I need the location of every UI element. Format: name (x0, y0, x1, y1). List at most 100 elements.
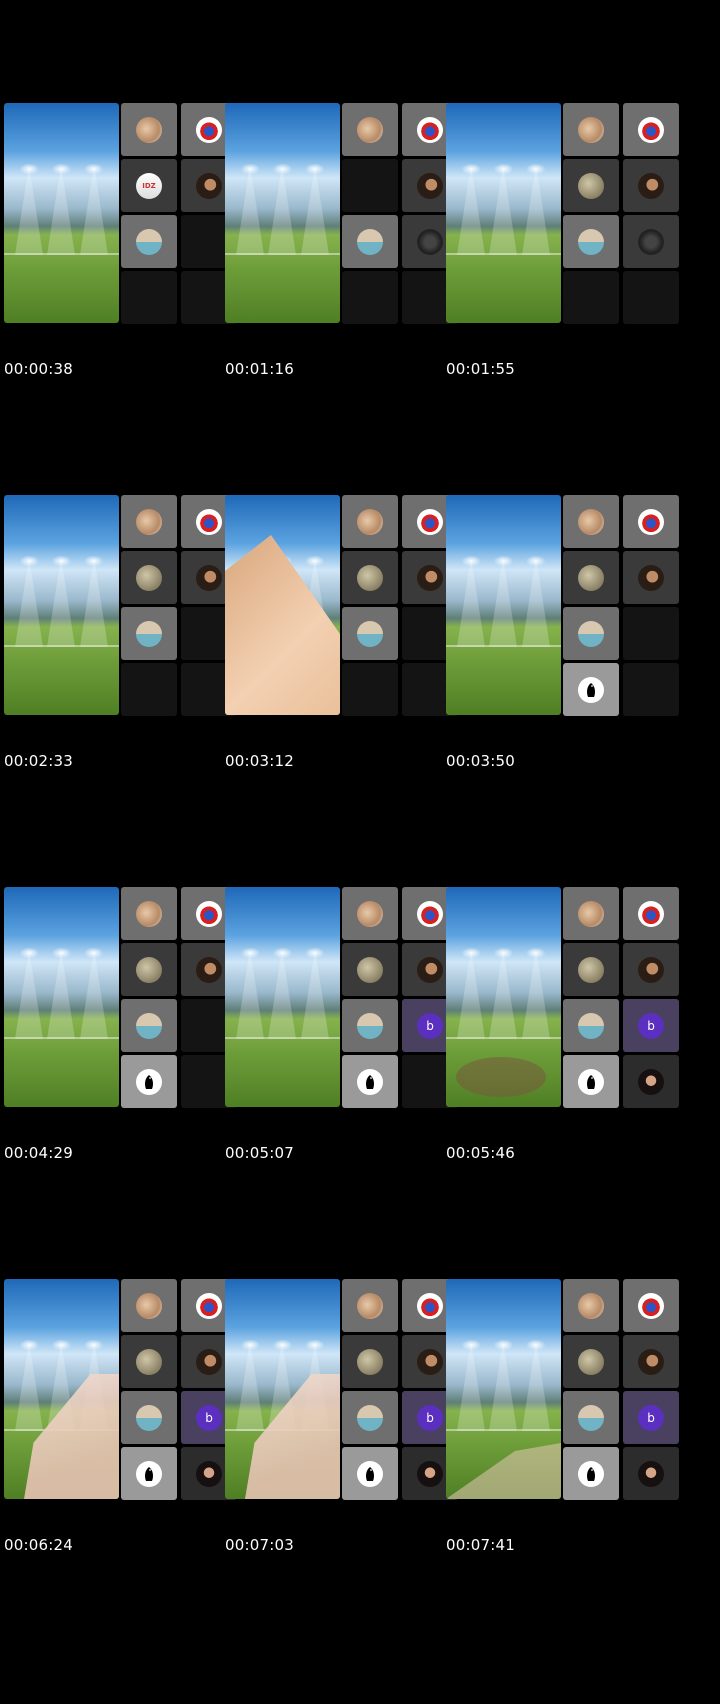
participant-tile[interactable] (563, 887, 619, 940)
participant-tile[interactable] (342, 1055, 398, 1108)
participant-tile[interactable] (121, 1335, 177, 1388)
participant-tile[interactable] (563, 1391, 619, 1444)
participant-tile[interactable] (623, 159, 679, 212)
penguin-icon (578, 1460, 604, 1487)
participant-tile[interactable] (563, 215, 619, 268)
avatar-letter: b (638, 1012, 664, 1039)
participant-tile[interactable] (623, 103, 679, 156)
participant-tile[interactable] (563, 551, 619, 604)
stadium-light-beam (80, 557, 108, 647)
timestamp-label: 00:05:07 (225, 1144, 294, 1162)
avatar-letter: b (196, 1404, 222, 1431)
participant-tile[interactable] (342, 103, 398, 156)
video-frame: IDZ 00:00:38 (0, 0, 240, 426)
participant-tile[interactable] (121, 887, 177, 940)
avatar (357, 1348, 383, 1375)
participant-tile[interactable] (121, 1279, 177, 1332)
participant-tile[interactable] (121, 1391, 177, 1444)
participant-tile[interactable] (342, 215, 398, 268)
participant-tile[interactable] (563, 1447, 619, 1500)
avatar (417, 172, 443, 199)
participant-tile[interactable] (342, 1279, 398, 1332)
participant-tile[interactable] (121, 1447, 177, 1500)
participant-tile[interactable] (623, 887, 679, 940)
avatar (638, 1068, 664, 1095)
participant-tile[interactable] (563, 159, 619, 212)
participant-tile[interactable] (563, 1279, 619, 1332)
participant-grid (342, 103, 458, 324)
participant-tile[interactable] (342, 887, 398, 940)
stadium-light-beam (15, 949, 43, 1039)
participant-grid (121, 887, 237, 1108)
participant-grid: b (342, 887, 458, 1108)
participant-tile[interactable] (623, 943, 679, 996)
participant-tile[interactable] (623, 215, 679, 268)
participant-tile[interactable] (121, 215, 177, 268)
participant-tile[interactable] (121, 103, 177, 156)
participant-tile[interactable] (121, 999, 177, 1052)
participant-tile[interactable] (623, 1055, 679, 1108)
participant-tile[interactable] (121, 1055, 177, 1108)
participant-tile[interactable]: IDZ (121, 159, 177, 212)
timestamp-label: 00:07:03 (225, 1536, 294, 1554)
participant-grid (121, 495, 237, 716)
pitch-line (4, 645, 119, 647)
avatar (417, 900, 443, 927)
avatar (638, 564, 664, 591)
avatar (196, 1460, 222, 1487)
participant-tile[interactable] (563, 663, 619, 716)
participant-grid: b (563, 887, 679, 1108)
avatar (136, 1348, 162, 1375)
participant-tile[interactable] (623, 1447, 679, 1500)
pitch-line (446, 253, 561, 255)
participant-tile[interactable] (342, 1391, 398, 1444)
video-frame: 00:03:12 (221, 392, 461, 818)
avatar (578, 228, 604, 255)
participant-tile[interactable] (121, 943, 177, 996)
participant-tile[interactable] (121, 607, 177, 660)
participant-grid: b (563, 1279, 679, 1500)
participant-tile[interactable] (623, 1335, 679, 1388)
participant-tile[interactable] (342, 551, 398, 604)
avatar (638, 956, 664, 983)
participant-tile[interactable] (563, 103, 619, 156)
stadium-stage-view (225, 887, 340, 1107)
stadium-light-beam (15, 557, 43, 647)
participant-tile[interactable] (121, 495, 177, 548)
participant-tile[interactable]: b (623, 1391, 679, 1444)
stadium-stage-view (446, 1279, 561, 1499)
participant-tile[interactable] (623, 1279, 679, 1332)
participant-tile[interactable] (342, 999, 398, 1052)
stadium-light-beam (80, 165, 108, 255)
participant-grid (342, 495, 458, 716)
participant-tile[interactable] (563, 1335, 619, 1388)
stadium-light-beam (522, 949, 550, 1039)
participant-tile[interactable]: b (623, 999, 679, 1052)
avatar (196, 956, 222, 983)
avatar (136, 228, 162, 255)
avatar (136, 1404, 162, 1431)
participant-tile[interactable] (563, 943, 619, 996)
participant-tile[interactable] (342, 1335, 398, 1388)
participant-tile[interactable] (563, 999, 619, 1052)
participant-tile[interactable] (342, 1447, 398, 1500)
avatar (638, 1348, 664, 1375)
video-frame: b 00:07:03 (221, 1176, 461, 1602)
participant-tile[interactable] (342, 607, 398, 660)
participant-tile[interactable] (121, 551, 177, 604)
participant-tile[interactable] (623, 495, 679, 548)
participant-tile[interactable] (342, 495, 398, 548)
avatar (638, 508, 664, 535)
avatar (357, 564, 383, 591)
participant-tile[interactable] (342, 943, 398, 996)
participant-tile[interactable] (623, 551, 679, 604)
participant-tile[interactable] (563, 495, 619, 548)
avatar (196, 116, 222, 143)
stadium-light-beam (80, 949, 108, 1039)
penguin-icon (578, 1068, 604, 1095)
avatar (578, 564, 604, 591)
participant-tile[interactable] (563, 1055, 619, 1108)
stadium-stage-view (446, 887, 561, 1107)
participant-tile[interactable] (563, 607, 619, 660)
stadium-light-beam (47, 165, 75, 255)
